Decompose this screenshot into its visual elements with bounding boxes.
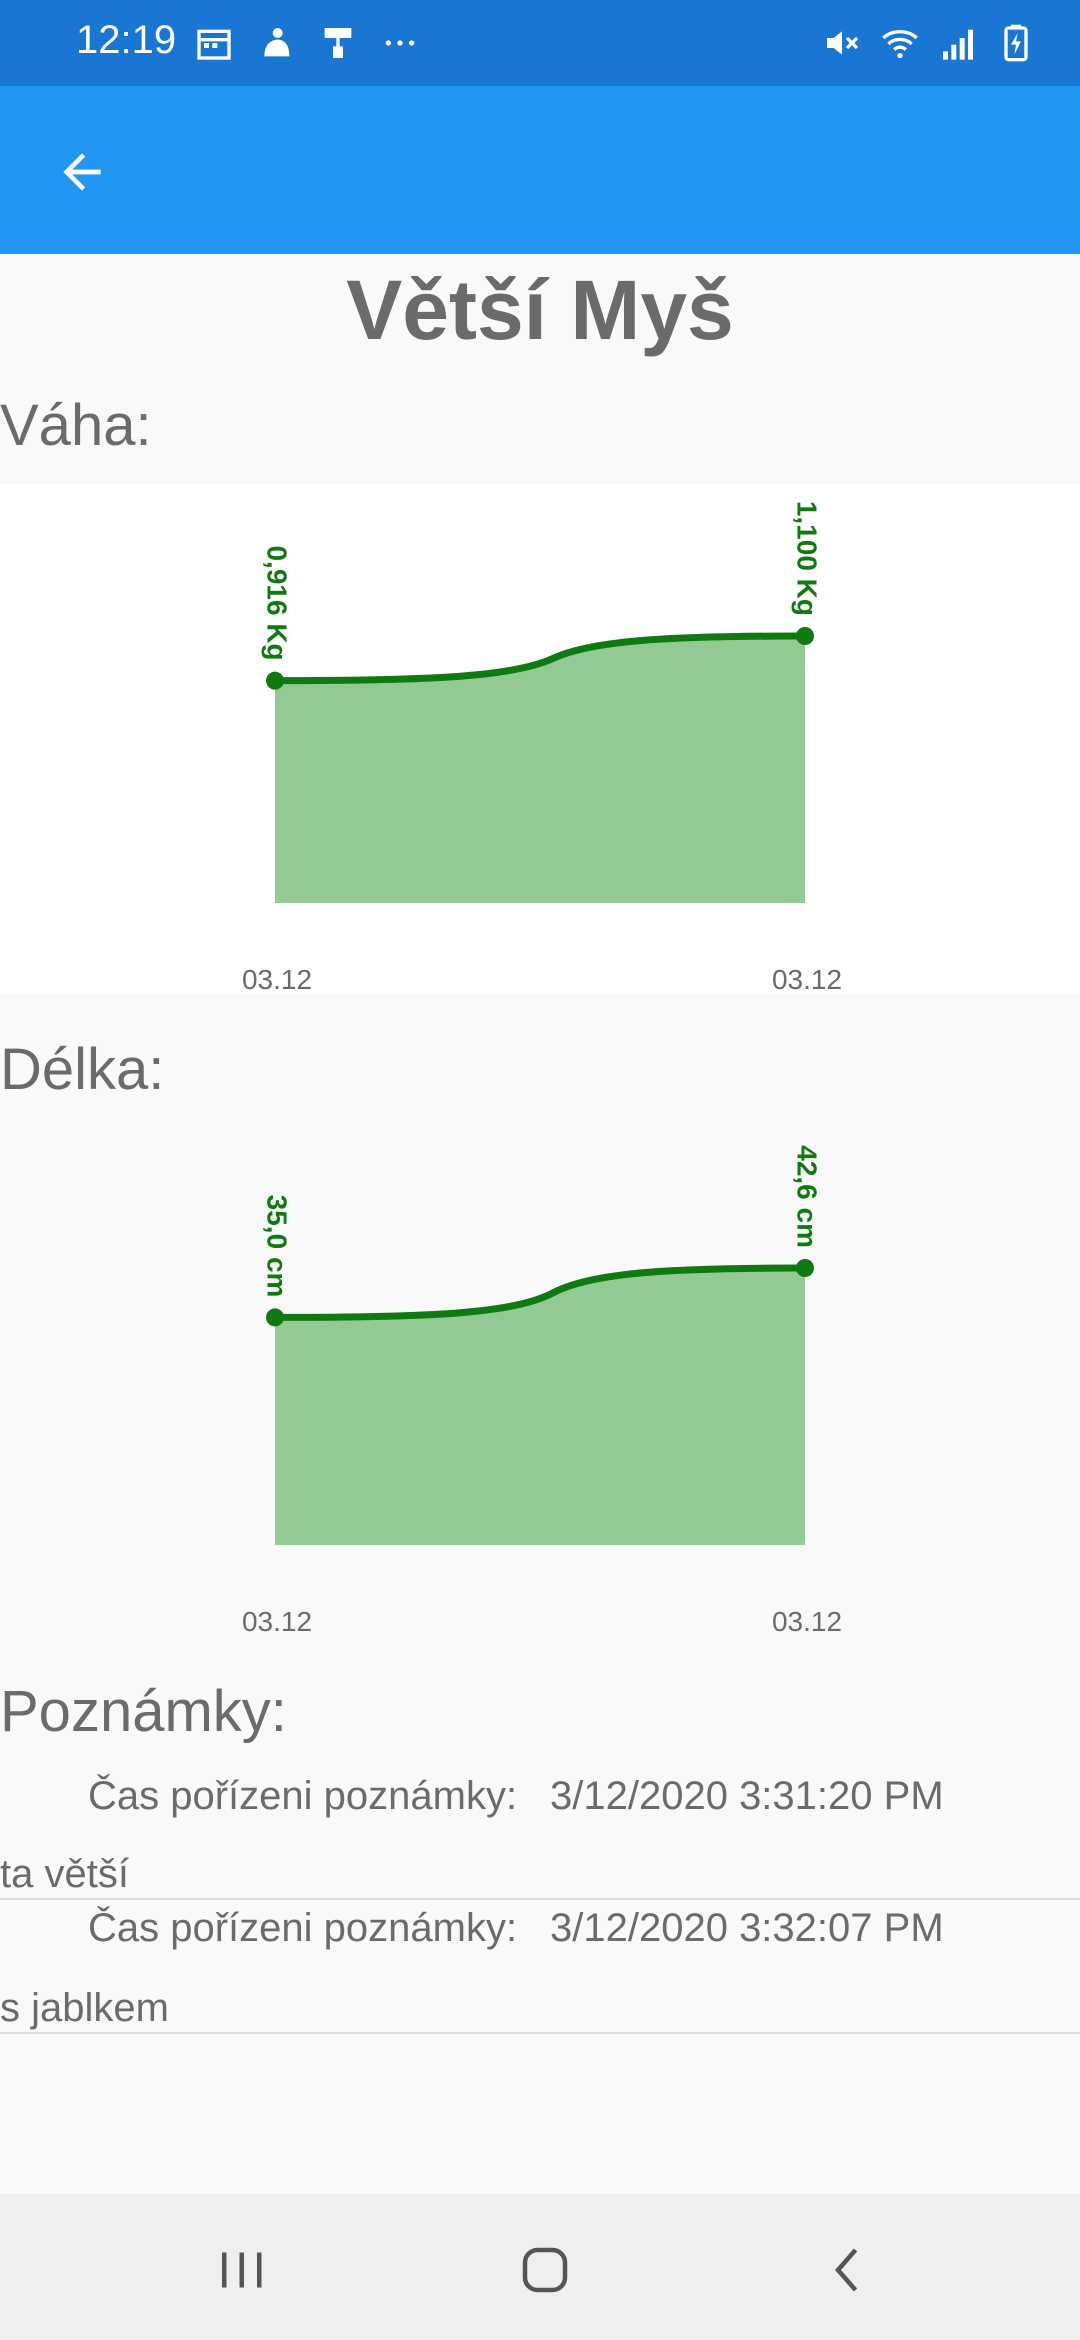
note-divider: [0, 2032, 1080, 2034]
chart-data-label: 42,6 cm: [792, 1145, 823, 1248]
chart-area-fill: [275, 1268, 805, 1545]
mute-icon: [827, 31, 859, 55]
note-time-label: Čas pořízeni poznámky:: [88, 1774, 518, 1818]
note-time-value: 3/12/2020 3:32:07 PM: [550, 1906, 944, 1950]
note-time-value: 3/12/2020 3:31:20 PM: [550, 1774, 944, 1818]
chart-data-label: 35,0 cm: [262, 1195, 293, 1298]
chart-point: [266, 1308, 284, 1327]
home-button[interactable]: [505, 2230, 585, 2310]
battery-charging-icon: [1004, 24, 1028, 62]
status-icons-left: [194, 22, 420, 64]
length-chart: 35,0 cm 42,6 cm 03.12 03.12: [0, 1124, 1080, 1644]
x-tick-label: 03.12: [772, 964, 842, 994]
weight-chart: 0,916 Kg 1,100 Kg 03.12 03.12: [0, 484, 1080, 994]
notification-icon: [264, 28, 290, 57]
chart-data-label: 0,916 Kg: [262, 545, 293, 660]
x-tick-label: 03.12: [242, 1606, 312, 1637]
weight-chart-svg: 0,916 Kg 1,100 Kg 03.12 03.12: [242, 501, 842, 994]
x-tick-label: 03.12: [242, 964, 312, 994]
chart-data-label: 1,100 Kg: [792, 501, 823, 616]
weight-label: Váha:: [0, 393, 152, 458]
chart-point: [266, 671, 284, 690]
page-title: Větší Myš: [346, 263, 734, 357]
home-icon: [522, 2247, 568, 2293]
length-label: Délka:: [0, 1037, 165, 1102]
paint-roller-icon: [324, 28, 352, 58]
note-divider: [0, 1898, 1080, 1900]
chart-point: [796, 1259, 814, 1277]
status-icons-right: [822, 22, 1036, 64]
recent-apps-icon: [222, 2252, 262, 2288]
chart-point: [796, 627, 814, 645]
back-nav-button[interactable]: [808, 2230, 888, 2310]
notes-label: Poznámky:: [0, 1679, 287, 1744]
status-bar: 12:19: [0, 0, 1080, 86]
status-time: 12:19: [76, 18, 177, 62]
back-nav-icon: [835, 2248, 858, 2292]
more-dots-icon: [385, 40, 415, 46]
arrow-back-icon: [63, 153, 101, 191]
wifi-icon: [882, 30, 918, 59]
app-bar: [0, 86, 1080, 254]
back-button[interactable]: [40, 130, 124, 214]
note-text: ta větší: [0, 1852, 129, 1896]
signal-icon: [943, 29, 973, 60]
x-tick-label: 03.12: [772, 1606, 842, 1637]
recent-apps-button[interactable]: [202, 2230, 282, 2310]
calendar-icon: [197, 29, 231, 60]
note-text: s jablkem: [0, 1986, 169, 2030]
note-time-label: Čas pořízeni poznámky:: [88, 1906, 518, 1950]
chart-area-fill: [275, 636, 805, 903]
system-nav-bar: [0, 2194, 1080, 2340]
length-chart-svg: 35,0 cm 42,6 cm 03.12 03.12: [242, 1145, 842, 1637]
